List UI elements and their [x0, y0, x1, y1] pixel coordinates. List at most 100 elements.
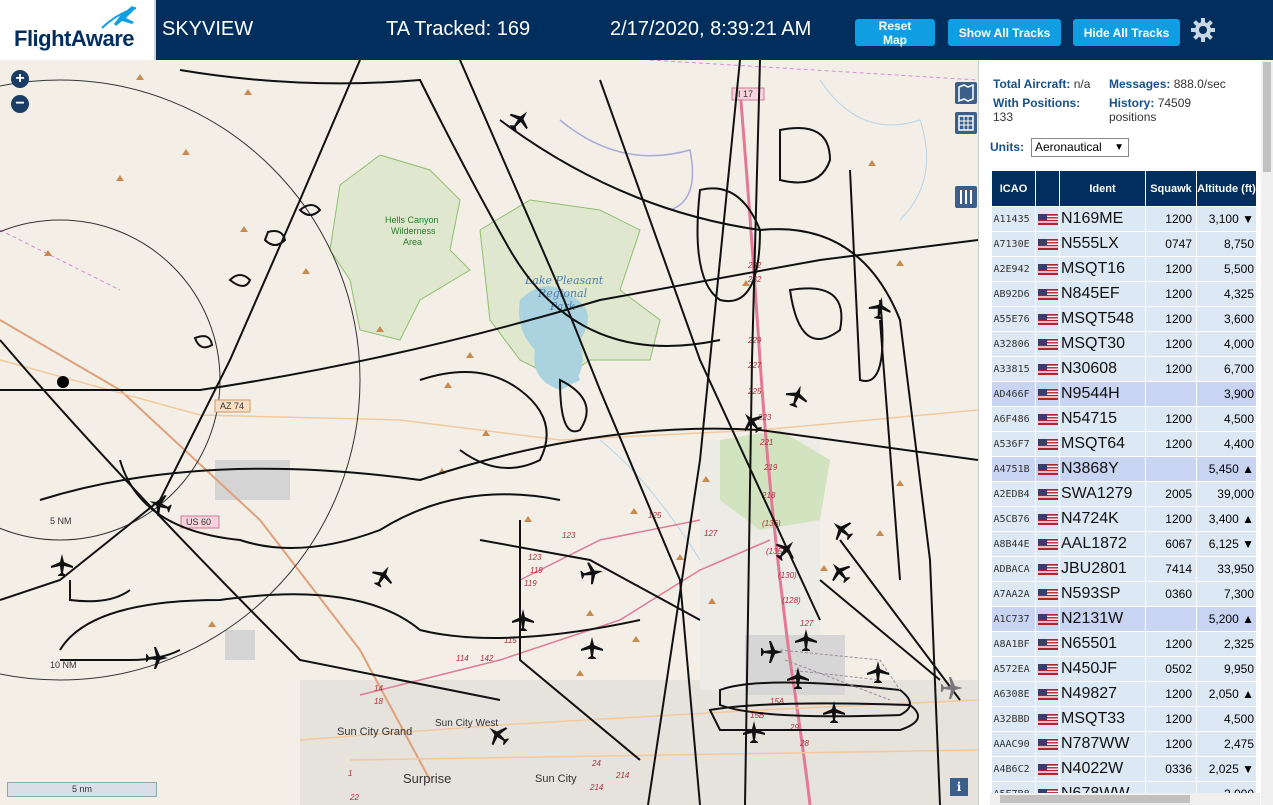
gear-icon[interactable] [1190, 17, 1216, 43]
aircraft-squawk: 0747 [1145, 231, 1197, 257]
aircraft-table[interactable]: ICAO Ident Squawk Altitude (ft) A11435 N1… [991, 170, 1256, 805]
aircraft-squawk [1145, 456, 1197, 482]
road-number-label: 127 [800, 619, 814, 628]
aircraft-altitude: 2,050 ▲ [1196, 681, 1256, 707]
total-aircraft-label: Total Aircraft: [993, 77, 1071, 91]
flightaware-logo[interactable]: FlightAware [0, 0, 156, 60]
aircraft-ident: MSQT33 [1059, 706, 1146, 732]
table-row[interactable]: A572EA N450JF 0502 9,950 [991, 656, 1256, 682]
with-positions-label: With Positions: [993, 96, 1081, 110]
flight-map[interactable]: Hells Canyon Wilderness Area Lake Pleasa… [0, 60, 978, 805]
hide-all-tracks-button[interactable]: Hide All Tracks [1073, 19, 1180, 46]
aircraft-ident: N787WW [1059, 731, 1146, 757]
table-row[interactable]: A55E76 MSQT548 1200 3,600 [991, 306, 1256, 332]
aircraft-altitude: 5,450 ▲ [1196, 456, 1256, 482]
aircraft-icao: A55E76 [991, 306, 1036, 332]
units-select[interactable]: Aeronautical ▼ [1031, 138, 1129, 157]
aircraft-altitude: 6,700 [1196, 356, 1256, 382]
table-row[interactable]: A33815 N30608 1200 6,700 [991, 356, 1256, 382]
show-all-tracks-button[interactable]: Show All Tracks [948, 19, 1061, 46]
table-row[interactable]: A2E942 MSQT16 1200 5,500 [991, 256, 1256, 282]
table-row[interactable]: A7AA2A N593SP 0360 7,300 [991, 581, 1256, 607]
table-row[interactable]: A8B44E AAL1872 6067 6,125 ▼ [991, 531, 1256, 557]
columns-icon[interactable] [955, 186, 977, 208]
aircraft-squawk [1145, 606, 1197, 632]
table-row[interactable]: A11435 N169ME 1200 3,100 ▼ [991, 206, 1256, 232]
table-row[interactable]: A1C737 N2131W 5,200 ▲ [991, 606, 1256, 632]
aircraft-icao: A8A1BF [991, 631, 1036, 657]
table-row[interactable]: A7130E N555LX 0747 8,750 [991, 231, 1256, 257]
table-row[interactable]: AAAC90 N787WW 1200 2,475 [991, 731, 1256, 757]
aircraft-squawk: 1200 [1145, 506, 1197, 532]
total-aircraft-value: n/a [1073, 77, 1091, 91]
us-flag-icon [1035, 631, 1060, 657]
tracked-count: TA Tracked: 169 [386, 18, 531, 40]
road-number-label: 28 [799, 739, 809, 748]
aircraft-ident: N54715 [1059, 406, 1146, 432]
aircraft-squawk: 1200 [1145, 256, 1197, 282]
road-number-label: 214 [589, 783, 604, 792]
road-number-label: 227 [747, 361, 762, 370]
table-row[interactable]: A6308E N49827 1200 2,050 ▲ [991, 681, 1256, 707]
road-number-label: 225 [747, 387, 762, 396]
us-flag-icon [1035, 756, 1060, 782]
aircraft-squawk: 1200 [1145, 731, 1197, 757]
aircraft-icao: AAAC90 [991, 731, 1036, 757]
messages-value: 888.0/sec [1173, 77, 1226, 91]
table-row[interactable]: A32BBD MSQT33 1200 4,500 [991, 706, 1256, 732]
table-row[interactable]: AD466F N9544H 3,900 [991, 381, 1256, 407]
road-number-label: 229 [747, 336, 762, 345]
table-row[interactable]: A4B6C2 N4022W 0336 2,025 ▼ [991, 756, 1256, 782]
aircraft-icao: A4B6C2 [991, 756, 1036, 782]
col-icao[interactable]: ICAO [991, 170, 1036, 207]
table-row[interactable]: A4751B N3868Y 5,450 ▲ [991, 456, 1256, 482]
messages-label: Messages: [1109, 77, 1171, 91]
us-flag-icon [1035, 456, 1060, 482]
col-ident[interactable]: Ident [1059, 170, 1146, 207]
us-flag-icon [1035, 256, 1060, 282]
grid-icon[interactable] [955, 112, 977, 134]
app-title: SKYVIEW [162, 18, 254, 40]
table-row[interactable]: A2EDB4 SWA1279 2005 39,000 [991, 481, 1256, 507]
aircraft-altitude: 7,300 [1196, 581, 1256, 607]
aircraft-ident: N30608 [1059, 356, 1146, 382]
aircraft-icao: A32806 [991, 331, 1036, 357]
zoom-out-button[interactable]: − [11, 95, 29, 113]
aircraft-squawk: 1200 [1145, 281, 1197, 307]
aircraft-altitude: 4,500 [1196, 706, 1256, 732]
table-row[interactable]: AB92D6 N845EF 1200 4,325 [991, 281, 1256, 307]
table-scrollbar[interactable] [1261, 172, 1273, 805]
aircraft-squawk: 1200 [1145, 356, 1197, 382]
zoom-in-button[interactable]: + [11, 70, 29, 88]
aircraft-ident: N169ME [1059, 206, 1146, 232]
horizontal-scroll-thumb[interactable] [1000, 795, 1190, 803]
aircraft-squawk: 1200 [1145, 331, 1197, 357]
map-layer-icon[interactable] [955, 82, 977, 104]
aircraft-ident: N4022W [1059, 756, 1146, 782]
us-flag-icon [1035, 431, 1060, 457]
us-flag-icon [1035, 406, 1060, 432]
aircraft-ident: N2131W [1059, 606, 1146, 632]
col-altitude[interactable]: Altitude (ft) [1196, 170, 1256, 207]
table-row[interactable]: A6F486 N54715 1200 4,500 [991, 406, 1256, 432]
aircraft-altitude: 9,950 [1196, 656, 1256, 682]
aircraft-icao: A5CB76 [991, 506, 1036, 532]
table-row[interactable]: ADBACA JBU2801 7414 33,950 [991, 556, 1256, 582]
aircraft-altitude: 3,400 ▲ [1196, 506, 1256, 532]
table-row[interactable]: A32806 MSQT30 1200 4,000 [991, 331, 1256, 357]
aircraft-squawk: 1200 [1145, 681, 1197, 707]
table-row[interactable]: A5CB76 N4724K 1200 3,400 ▲ [991, 506, 1256, 532]
map-canvas[interactable]: Hells Canyon Wilderness Area Lake Pleasa… [0, 60, 978, 805]
table-row[interactable]: A536F7 MSQT64 1200 4,400 [991, 431, 1256, 457]
info-icon[interactable]: i [950, 778, 968, 796]
range-5nm-label: 5 NM [50, 516, 72, 526]
aircraft-ident: JBU2801 [1059, 556, 1146, 582]
road-number-label: 114 [456, 654, 469, 663]
aircraft-ident: N3868Y [1059, 456, 1146, 482]
table-row[interactable]: A8A1BF N65501 1200 2,325 [991, 631, 1256, 657]
us-flag-icon [1035, 656, 1060, 682]
col-flag[interactable] [1035, 170, 1060, 207]
col-squawk[interactable]: Squawk [1145, 170, 1197, 207]
aircraft-squawk: 7414 [1145, 556, 1197, 582]
reset-map-button[interactable]: Reset Map [855, 19, 935, 47]
